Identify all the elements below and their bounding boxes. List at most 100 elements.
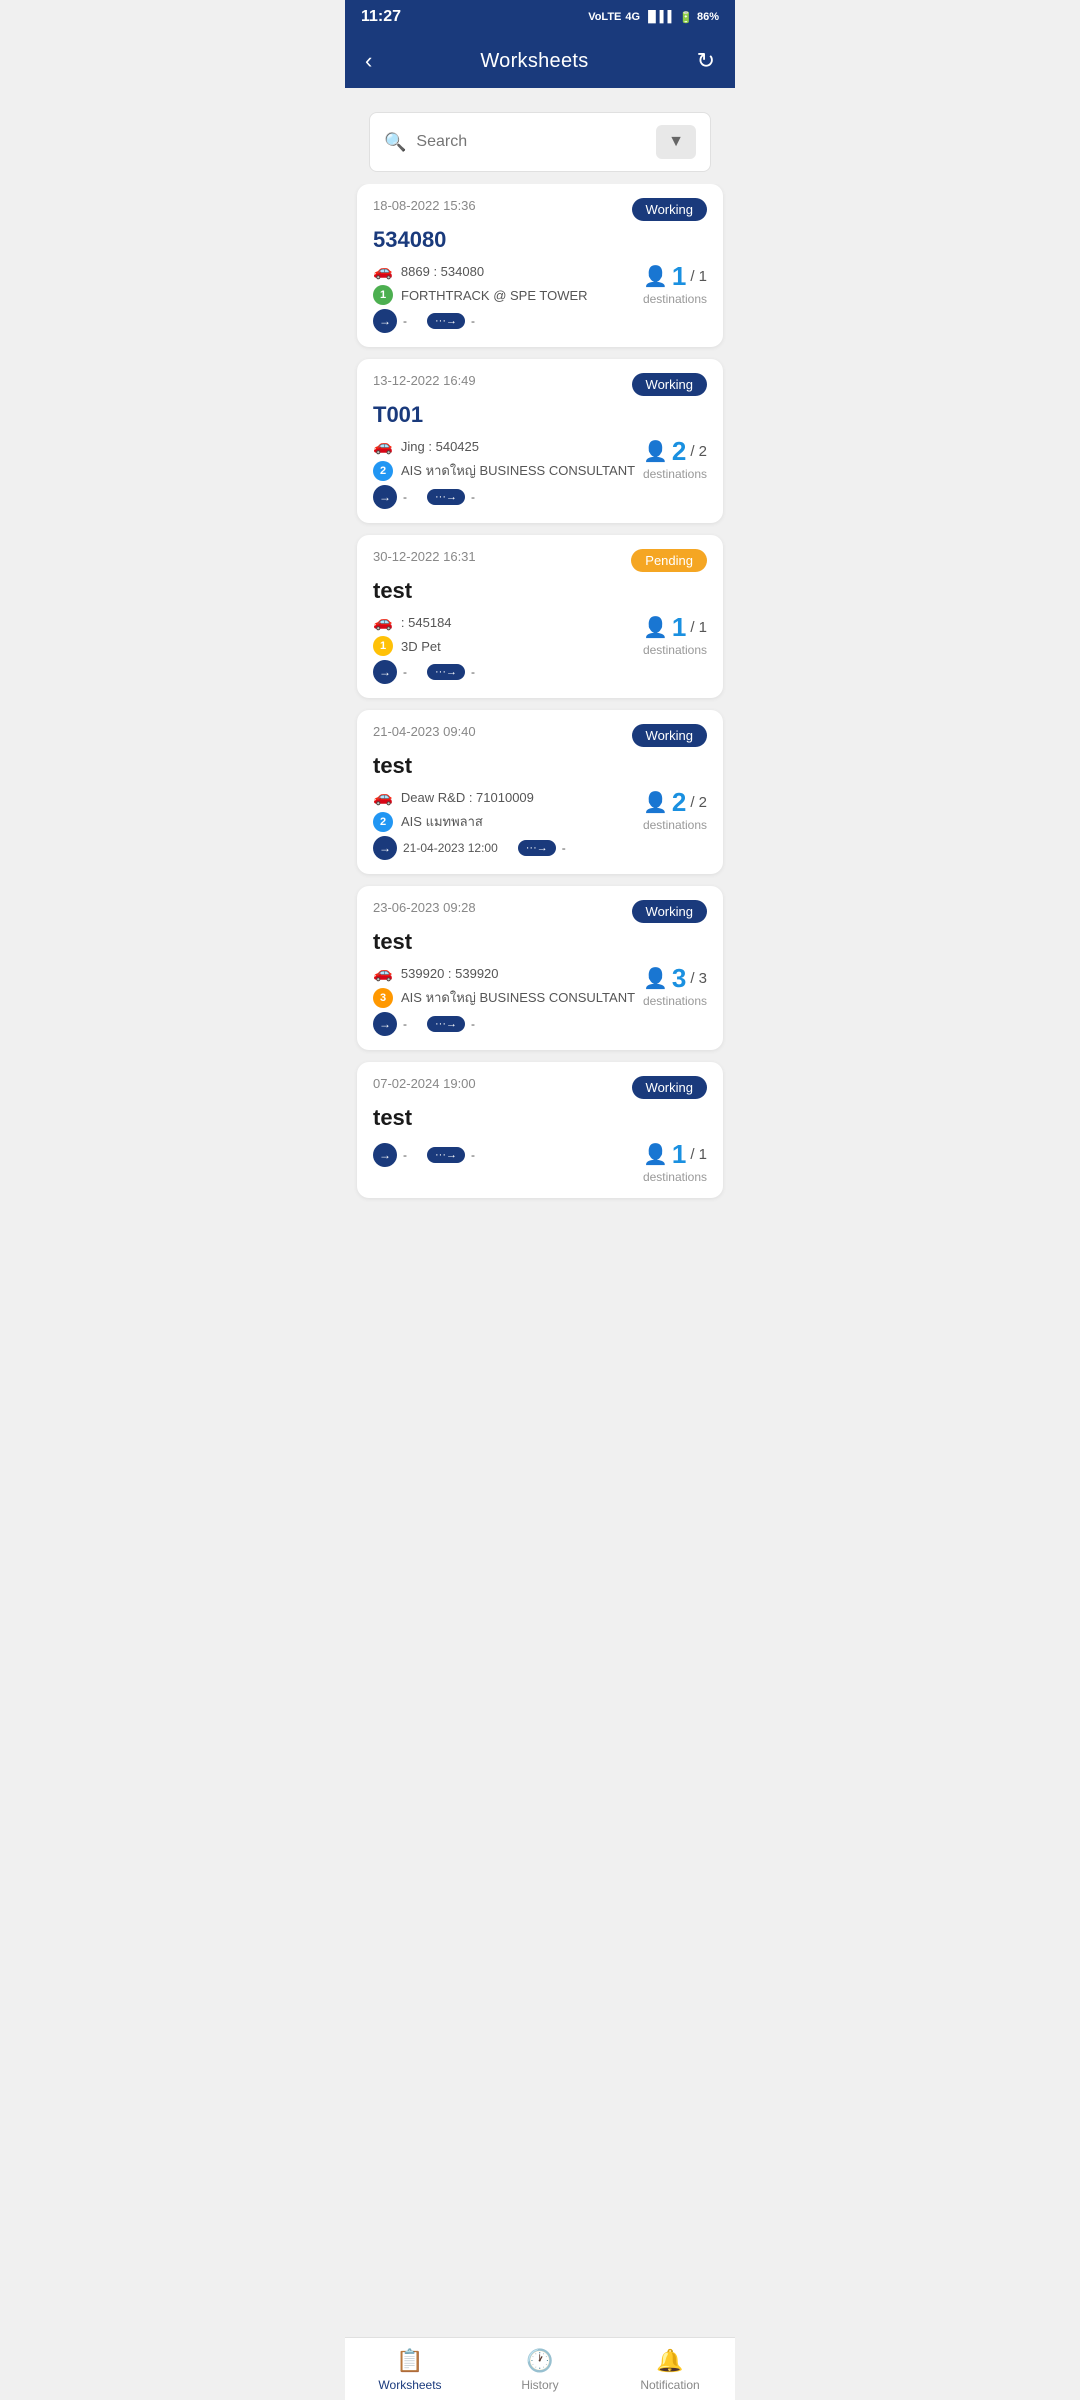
status-bar: 11:27 VoLTE 4G ▐▌▌▌ 🔋 86% [345,0,735,34]
worksheet-id: test [373,929,707,955]
nav-worksheets[interactable]: 📋 Worksheets [345,2348,475,2392]
location-row: 2 AIS หาดใหญ่ BUSINESS CONSULTANT [373,460,643,481]
route-to: ···→ - [427,313,475,329]
destination-info: 👤 1 / 1 destinations [643,261,707,306]
destination-info: 👤 1 / 1 destinations [643,1139,707,1184]
search-container: 🔍 ▼ [345,88,735,172]
card-details: 🚗 539920 : 539920 3 AIS หาดใหญ่ BUSINESS… [373,963,643,1036]
route-row: → - ···→ - [373,1143,643,1167]
worksheet-card[interactable]: 07-02-2024 19:00 Working test → - ···→ - [357,1062,723,1198]
page-title: Worksheets [480,50,588,73]
location-row: 1 FORTHTRACK @ SPE TOWER [373,285,643,305]
car-icon: 🚗 [373,963,393,983]
dest-count: 1 [672,612,686,643]
card-date: 13-12-2022 16:49 [373,373,476,388]
route-from-dash: - [403,1148,407,1162]
dest-count: 2 [672,787,686,818]
dest-separator: / 1 [690,268,707,285]
location-text: 3D Pet [401,639,441,654]
route-to-dash: - [471,1148,475,1162]
route-to: ···→ - [427,489,475,505]
dest-label: destinations [643,467,707,481]
person-icon: 👤 [643,264,668,289]
card-header: 18-08-2022 15:36 Working [373,198,707,221]
route-to-icon: ···→ [427,664,465,680]
route-to: ···→ - [427,1016,475,1032]
dest-count-row: 👤 1 / 1 [643,612,707,643]
cards-container: 18-08-2022 15:36 Working 534080 🚗 8869 :… [357,184,723,1198]
pin-icon: 1 [373,636,393,656]
route-from: → - [373,660,407,684]
worksheet-card[interactable]: 30-12-2022 16:31 Pending test 🚗 : 545184… [357,535,723,698]
signal-icon: 4G [625,11,640,23]
battery-icon: 🔋 [679,11,693,24]
vehicle-row: 🚗 8869 : 534080 [373,261,643,281]
back-button[interactable]: ‹ [365,48,372,74]
status-badge: Working [632,724,707,747]
filter-button[interactable]: ▼ [656,125,696,159]
card-header: 13-12-2022 16:49 Working [373,373,707,396]
dest-separator: / 1 [690,619,707,636]
route-to-dash: - [471,314,475,328]
history-icon: 🕐 [526,2348,553,2374]
dest-count: 2 [672,436,686,467]
worksheet-id: test [373,753,707,779]
car-icon: 🚗 [373,261,393,281]
nav-history[interactable]: 🕐 History [475,2348,605,2392]
dest-separator: / 3 [690,970,707,987]
nav-notification[interactable]: 🔔 Notification [605,2348,735,2392]
worksheet-card[interactable]: 21-04-2023 09:40 Working test 🚗 Deaw R&D… [357,710,723,874]
bottom-nav: 📋 Worksheets 🕐 History 🔔 Notification [345,2337,735,2400]
route-row: → 21-04-2023 12:00 ···→ - [373,836,643,860]
route-row: → - ···→ - [373,309,643,333]
notification-icon: 🔔 [656,2348,683,2374]
status-time: 11:27 [361,8,401,26]
location-row: 2 AIS แมทพลาส [373,811,643,832]
worksheet-card[interactable]: 18-08-2022 15:36 Working 534080 🚗 8869 :… [357,184,723,347]
route-to-dash: - [471,1017,475,1031]
card-details: → - ···→ - [373,1139,643,1167]
pin-icon: 2 [373,812,393,832]
location-text: FORTHTRACK @ SPE TOWER [401,288,588,303]
worksheet-id: test [373,1105,707,1131]
worksheet-card[interactable]: 13-12-2022 16:49 Working T001 🚗 Jing : 5… [357,359,723,523]
status-badge: Working [632,198,707,221]
dest-label: destinations [643,292,707,306]
dest-label: destinations [643,818,707,832]
worksheet-card[interactable]: 23-06-2023 09:28 Working test 🚗 539920 :… [357,886,723,1050]
route-to-dash: - [471,665,475,679]
dest-count: 3 [672,963,686,994]
person-icon: 👤 [643,1142,668,1167]
route-to-icon: ···→ [518,840,556,856]
dest-separator: / 2 [690,794,707,811]
vehicle-info: Deaw R&D : 71010009 [401,790,534,805]
destination-info: 👤 1 / 1 destinations [643,612,707,657]
card-date: 23-06-2023 09:28 [373,900,476,915]
card-date: 07-02-2024 19:00 [373,1076,476,1091]
route-from-icon: → [373,660,397,684]
search-input[interactable] [416,133,646,151]
refresh-button[interactable]: ↻ [697,48,715,74]
route-from-icon: → [373,1143,397,1167]
notification-label: Notification [640,2378,699,2392]
dest-label: destinations [643,994,707,1008]
worksheet-id: 534080 [373,227,707,253]
route-from-icon: → [373,309,397,333]
vehicle-info: 539920 : 539920 [401,966,499,981]
person-icon: 👤 [643,439,668,464]
route-from: → - [373,1012,407,1036]
app-header: ‹ Worksheets ↻ [345,34,735,88]
route-to-icon: ···→ [427,1147,465,1163]
vehicle-row: 🚗 Jing : 540425 [373,436,643,456]
route-from: → - [373,309,407,333]
worksheets-list: 18-08-2022 15:36 Working 534080 🚗 8869 :… [345,184,735,1290]
location-row: 1 3D Pet [373,636,643,656]
route-to-icon: ···→ [427,1016,465,1032]
dest-count: 1 [672,261,686,292]
card-details: 🚗 : 545184 1 3D Pet → - ···→ - [373,612,643,684]
location-text: AIS หาดใหญ่ BUSINESS CONSULTANT [401,987,635,1008]
route-to-dash: - [562,841,566,855]
car-icon: 🚗 [373,787,393,807]
dest-label: destinations [643,643,707,657]
card-header: 21-04-2023 09:40 Working [373,724,707,747]
